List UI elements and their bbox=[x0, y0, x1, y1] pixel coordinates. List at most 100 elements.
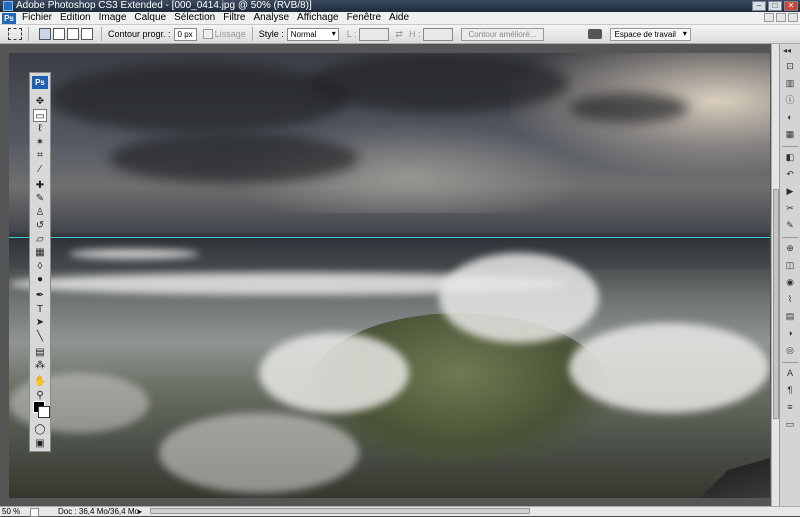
antialias-checkbox[interactable] bbox=[202, 29, 213, 39]
height-input[interactable] bbox=[423, 27, 454, 41]
info-icon[interactable]: ⓘ bbox=[783, 94, 797, 106]
histogram-icon[interactable]: ▥ bbox=[783, 77, 797, 89]
menu-selection[interactable]: Sélection bbox=[170, 12, 219, 24]
height-label: H : bbox=[408, 29, 421, 39]
horizontal-scrollbar[interactable] bbox=[150, 508, 530, 514]
history-icon[interactable]: ↶ bbox=[783, 168, 797, 180]
actions-icon[interactable]: ▶ bbox=[783, 185, 797, 197]
swatches-icon[interactable]: ▦ bbox=[783, 128, 797, 140]
brush-tool[interactable]: ✎ bbox=[33, 192, 47, 205]
style-label: Style : bbox=[258, 29, 284, 39]
healing-brush-tool[interactable]: ✚ bbox=[33, 179, 47, 192]
dodge-tool[interactable]: ● bbox=[33, 273, 47, 286]
close-button[interactable]: ✕ bbox=[784, 1, 798, 11]
channels-icon[interactable]: ◉ bbox=[783, 276, 797, 288]
layers-icon[interactable]: ◫ bbox=[783, 259, 797, 271]
type-tool[interactable]: T bbox=[33, 303, 47, 316]
animation-icon[interactable]: ▭ bbox=[783, 418, 797, 430]
feather-label: Contour progr. : bbox=[108, 29, 171, 39]
clone-stamp-tool[interactable]: ♙ bbox=[33, 206, 47, 219]
menu-calque[interactable]: Calque bbox=[130, 12, 170, 24]
menu-fenetre[interactable]: Fenêtre bbox=[343, 12, 385, 24]
layer-comps-icon[interactable]: ▤ bbox=[783, 310, 797, 322]
app-icon bbox=[3, 1, 13, 11]
foam bbox=[569, 323, 769, 413]
eraser-tool[interactable]: ▱ bbox=[33, 233, 47, 246]
marquee-preset-icon[interactable] bbox=[8, 28, 22, 40]
move-tool[interactable]: ✥ bbox=[33, 95, 47, 108]
intersect-selection-button[interactable] bbox=[81, 28, 93, 40]
menu-edition[interactable]: Edition bbox=[56, 12, 95, 24]
zoom-tool[interactable]: ⚲ bbox=[33, 389, 47, 402]
menu-aide[interactable]: Aide bbox=[385, 12, 413, 24]
menu-filtre[interactable]: Filtre bbox=[219, 12, 249, 24]
selection-mode-group bbox=[39, 28, 95, 40]
ps-logo-icon: Ps bbox=[2, 12, 16, 24]
width-label: L : bbox=[346, 29, 357, 39]
tool-presets-icon[interactable]: ✂ bbox=[783, 202, 797, 214]
paths-icon[interactable]: ⌇ bbox=[783, 293, 797, 305]
menu-fichier[interactable]: Fichier bbox=[18, 12, 56, 24]
clone-source-icon[interactable]: ⊕ bbox=[783, 242, 797, 254]
horizontal-guide[interactable] bbox=[9, 237, 770, 238]
marquee-tool[interactable]: ▭ bbox=[33, 108, 47, 122]
screen-mode-icon[interactable]: ▣ bbox=[33, 437, 47, 450]
masks-icon[interactable]: ◎ bbox=[783, 344, 797, 356]
swap-icon[interactable]: ⇄ bbox=[395, 29, 403, 40]
paragraph-icon[interactable]: ¶ bbox=[783, 384, 797, 396]
rock bbox=[700, 458, 770, 498]
styles-icon[interactable]: ◧ bbox=[783, 151, 797, 163]
lasso-tool[interactable]: ℓ bbox=[33, 122, 47, 135]
workspace bbox=[0, 44, 800, 506]
workspace-button[interactable]: Espace de travail bbox=[609, 27, 691, 41]
add-selection-button[interactable] bbox=[53, 28, 65, 40]
navigator-icon[interactable]: ⊡ bbox=[783, 60, 797, 72]
menu-affichage[interactable]: Affichage bbox=[293, 12, 343, 24]
quick-mask-icon[interactable]: ◯ bbox=[33, 423, 47, 436]
workspace-icon[interactable] bbox=[587, 29, 602, 39]
background-color-swatch[interactable] bbox=[38, 406, 50, 418]
options-bar: Contour progr. : 0 px Lissage Style : No… bbox=[0, 25, 800, 44]
width-input[interactable] bbox=[359, 27, 390, 41]
zoom-box[interactable] bbox=[30, 508, 39, 517]
measurement-icon[interactable]: ≡ bbox=[783, 401, 797, 413]
subtract-selection-button[interactable] bbox=[67, 28, 79, 40]
notes-tool[interactable]: ▤ bbox=[33, 346, 47, 359]
doc-close-button[interactable] bbox=[788, 13, 798, 22]
doc-minimize-button[interactable] bbox=[764, 13, 774, 22]
color-icon[interactable]: ◐ bbox=[783, 111, 797, 123]
menu-analyse[interactable]: Analyse bbox=[249, 12, 293, 24]
slice-tool[interactable]: ⁄ bbox=[33, 163, 47, 176]
character-icon[interactable]: A bbox=[783, 367, 797, 379]
antialias-label: Lissage bbox=[214, 29, 246, 39]
path-selection-tool[interactable]: ➤ bbox=[33, 316, 47, 329]
blur-tool[interactable]: ◊ bbox=[33, 260, 47, 273]
doc-restore-button[interactable] bbox=[776, 13, 786, 22]
tools-panel: Ps ✥ ▭ ℓ ✶ ⌗ ⁄ ✚ ✎ ♙ ↺ ▱ ▦ ◊ ● ✒ T ➤ ╲ ▤ ⁂ ✋ ⚲ ◯ ▣ bbox=[29, 72, 51, 452]
adjustments-icon[interactable]: ◑ bbox=[783, 327, 797, 339]
feather-input[interactable]: 0 px bbox=[173, 27, 197, 41]
refine-edge-button[interactable]: Contour amélioré... bbox=[461, 27, 544, 41]
title-bar: Adobe Photoshop CS3 Extended - [000_0414… bbox=[0, 0, 800, 12]
menu-image[interactable]: Image bbox=[95, 12, 131, 24]
pen-tool[interactable]: ✒ bbox=[33, 289, 47, 302]
panel-dock: ◂◂ ⊡ ▥ ⓘ ◐ ▦ ◧ ↶ ▶ ✂ ✎ ⊕ ◫ ◉ ⌇ ▤ ◑ ◎ A ¶ ≡ ▭ bbox=[779, 44, 800, 506]
maximize-button[interactable]: □ bbox=[768, 1, 782, 11]
brushes-icon[interactable]: ✎ bbox=[783, 219, 797, 231]
gradient-tool[interactable]: ▦ bbox=[33, 246, 47, 259]
hand-tool[interactable]: ✋ bbox=[33, 375, 47, 388]
ps-badge-icon: Ps bbox=[32, 76, 48, 89]
minimize-button[interactable]: – bbox=[752, 1, 766, 11]
history-brush-tool[interactable]: ↺ bbox=[33, 219, 47, 232]
dock-divider bbox=[782, 146, 798, 147]
style-select[interactable]: Normal bbox=[286, 27, 339, 41]
collapse-dock-icon[interactable]: ◂◂ bbox=[783, 46, 791, 55]
cloud bbox=[569, 93, 689, 123]
new-selection-button[interactable] bbox=[39, 28, 51, 40]
eyedropper-tool[interactable]: ⁂ bbox=[33, 359, 47, 372]
magic-wand-tool[interactable]: ✶ bbox=[33, 136, 47, 149]
line-tool[interactable]: ╲ bbox=[33, 330, 47, 343]
dock-divider bbox=[782, 362, 798, 363]
crop-tool[interactable]: ⌗ bbox=[33, 149, 47, 162]
document-canvas[interactable] bbox=[9, 53, 770, 498]
